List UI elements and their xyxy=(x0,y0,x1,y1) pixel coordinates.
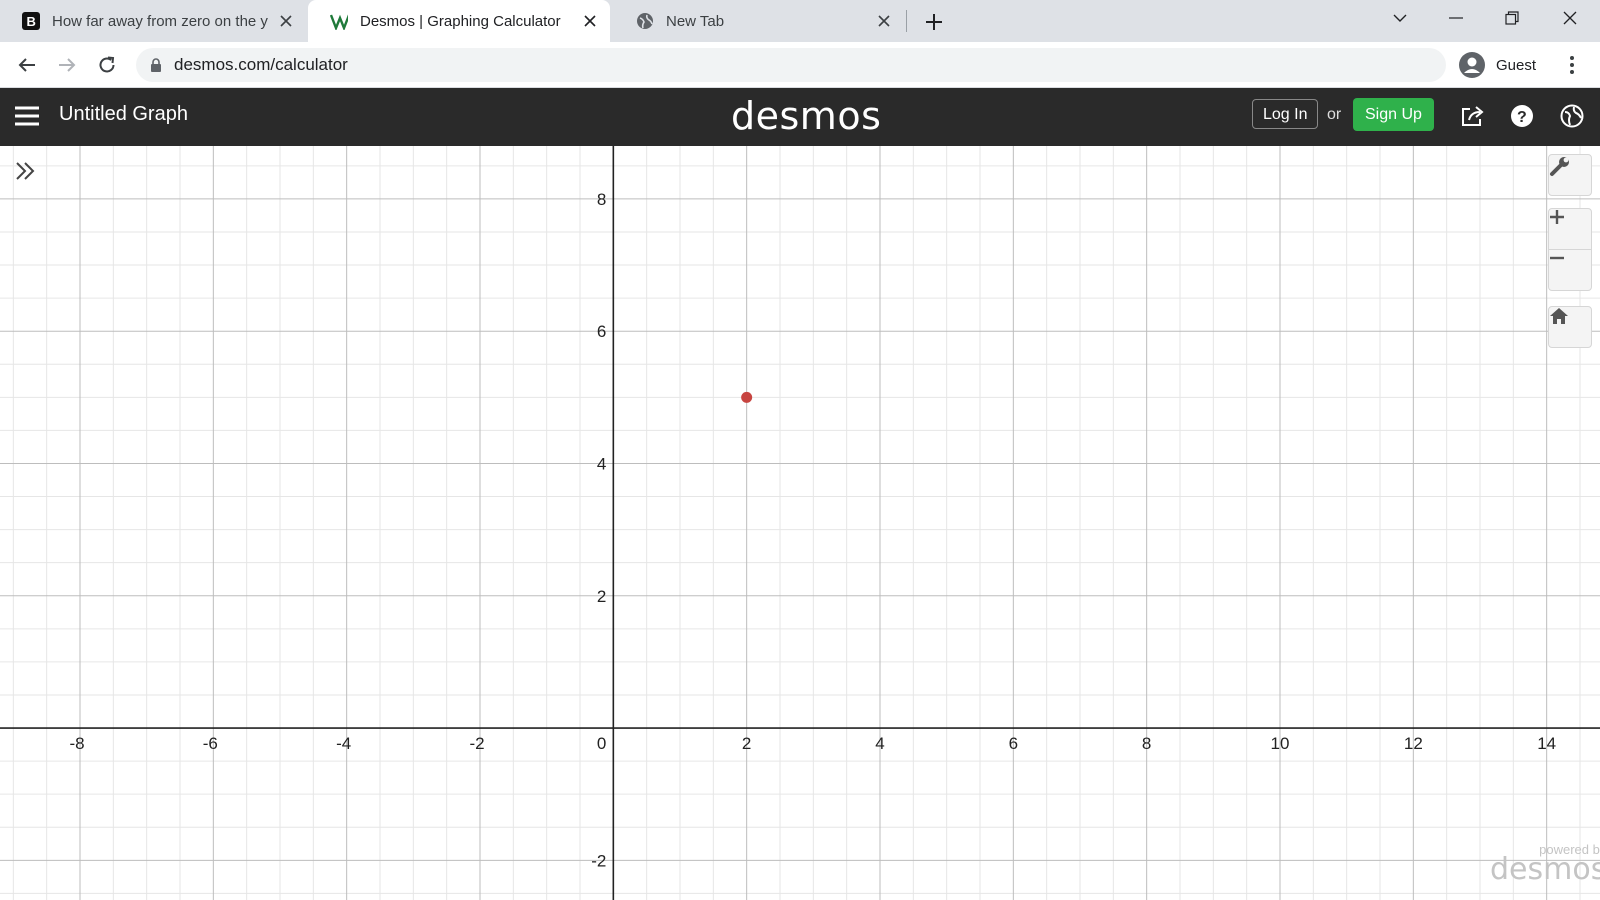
address-bar[interactable]: desmos.com/calculator xyxy=(136,48,1446,82)
tab-search-button[interactable] xyxy=(1372,0,1428,36)
home-icon xyxy=(1550,308,1568,324)
browser-toolbar: desmos.com/calculator Guest xyxy=(0,42,1600,88)
tab-new-tab[interactable]: New Tab xyxy=(614,0,904,42)
graph-paper[interactable]: -8 -6 -4 -2 0 2 4 6 8 10 12 14 -2 2 4 6 8 powered by des… xyxy=(0,146,1600,900)
bing-favicon-icon: B xyxy=(22,12,40,30)
signup-button[interactable]: Sign Up xyxy=(1353,98,1434,131)
graph-canvas[interactable]: -8 -6 -4 -2 0 2 4 6 8 10 12 14 -2 2 4 6 8 xyxy=(0,146,1600,900)
show-expression-list-button[interactable] xyxy=(14,160,44,190)
svg-text:?: ? xyxy=(1517,109,1527,126)
default-viewport-button[interactable] xyxy=(1548,306,1592,348)
plotted-point[interactable] xyxy=(741,391,753,403)
more-vert-icon xyxy=(1570,56,1574,74)
reload-button[interactable] xyxy=(92,50,122,80)
expand-icon xyxy=(16,162,35,180)
tab-desmos[interactable]: Desmos | Graphing Calculator xyxy=(308,0,610,42)
x-tick-label: 8 xyxy=(1142,734,1151,753)
x-tick-label: -8 xyxy=(69,734,84,753)
powered-by-logo: desmos xyxy=(1490,852,1600,887)
url-text: desmos.com/calculator xyxy=(174,55,348,74)
restore-icon xyxy=(1505,11,1519,25)
x-tick-label: 12 xyxy=(1404,734,1423,753)
x-tick-label: 4 xyxy=(875,734,884,753)
y-tick-label: 6 xyxy=(597,322,606,341)
svg-text:B: B xyxy=(27,14,36,29)
or-text: or xyxy=(1327,106,1342,123)
tab-close-icon[interactable] xyxy=(580,11,600,31)
restore-button[interactable] xyxy=(1484,0,1540,36)
new-tab-button[interactable] xyxy=(920,8,948,36)
x-tick-label: 14 xyxy=(1537,734,1556,753)
graph-title[interactable]: Untitled Graph xyxy=(59,103,188,126)
minimize-icon xyxy=(1449,17,1463,19)
y-tick-label: 4 xyxy=(597,454,606,473)
powered-by-desmos[interactable]: powered by desmos xyxy=(1490,842,1600,887)
tab-title: Desmos | Graphing Calculator xyxy=(360,12,561,30)
x-tick-label: 0 xyxy=(597,734,606,753)
x-tick-label: 10 xyxy=(1271,734,1290,753)
help-icon: ? xyxy=(1511,105,1533,127)
globe-icon xyxy=(1560,104,1584,128)
share-icon xyxy=(1462,106,1484,126)
help-button[interactable]: ? xyxy=(1508,102,1536,130)
avatar-icon xyxy=(1458,51,1486,79)
tab-separator xyxy=(906,10,907,32)
graph-settings-button[interactable] xyxy=(1548,154,1592,196)
x-tick-label: -4 xyxy=(336,734,351,753)
language-button[interactable] xyxy=(1558,102,1586,130)
close-icon xyxy=(1563,11,1577,25)
tab-how-far-away[interactable]: B How far away from zero on the y xyxy=(0,0,306,42)
forward-button[interactable] xyxy=(52,50,82,80)
x-tick-label: -6 xyxy=(203,734,218,753)
profile-label: Guest xyxy=(1496,56,1537,74)
wrench-icon xyxy=(1550,157,1569,176)
browser-menu-button[interactable] xyxy=(1560,50,1584,80)
forward-arrow-icon xyxy=(59,58,76,72)
tab-close-icon[interactable] xyxy=(276,11,296,31)
x-tick-label: -2 xyxy=(469,734,484,753)
desmos-logo: desmos xyxy=(731,94,882,138)
globe-favicon-icon xyxy=(636,12,654,30)
tab-title: How far away from zero on the y xyxy=(52,12,268,30)
x-tick-label: 6 xyxy=(1009,734,1018,753)
desmos-favicon-icon xyxy=(330,12,348,30)
zoom-in-button[interactable] xyxy=(1548,208,1592,250)
desmos-header: Untitled Graph desmos Log In or Sign Up … xyxy=(0,88,1600,146)
tab-title: New Tab xyxy=(666,12,725,30)
zoom-out-icon xyxy=(1550,256,1564,260)
lock-icon xyxy=(150,58,162,72)
reload-icon xyxy=(99,56,115,73)
back-button[interactable] xyxy=(12,50,42,80)
plus-icon xyxy=(926,14,942,30)
share-button[interactable] xyxy=(1459,102,1487,130)
zoom-out-button[interactable] xyxy=(1548,249,1592,291)
chevron-down-icon xyxy=(1393,14,1407,22)
browser-tabstrip: B How far away from zero on the y Desmos… xyxy=(0,0,1600,42)
back-arrow-icon xyxy=(18,58,35,72)
profile-button[interactable]: Guest xyxy=(1458,47,1536,83)
y-tick-label: 2 xyxy=(597,587,606,606)
login-button[interactable]: Log In xyxy=(1252,99,1319,129)
close-window-button[interactable] xyxy=(1542,0,1598,36)
zoom-in-icon xyxy=(1550,210,1564,224)
hamburger-icon[interactable] xyxy=(14,104,40,128)
minimize-button[interactable] xyxy=(1428,0,1484,36)
y-tick-label: -2 xyxy=(591,851,606,870)
y-tick-label: 8 xyxy=(597,190,606,209)
x-tick-label: 2 xyxy=(742,734,751,753)
tab-close-icon[interactable] xyxy=(874,11,894,31)
